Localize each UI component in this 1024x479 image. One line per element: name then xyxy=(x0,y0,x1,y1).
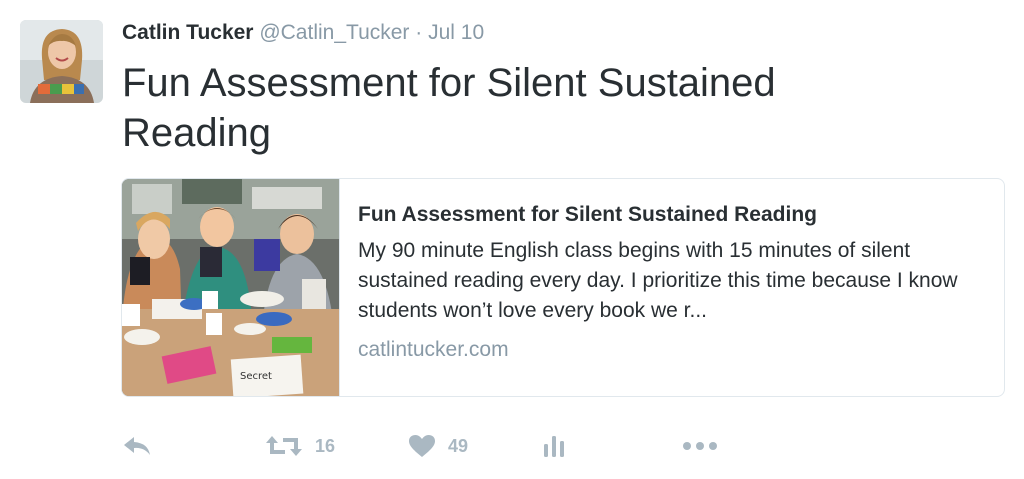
card-body: Fun Assessment for Silent Sustained Read… xyxy=(358,201,988,364)
tweet-header: Catlin Tucker @Catlin_Tucker · Jul 10 xyxy=(122,21,484,45)
more-button[interactable] xyxy=(682,428,718,464)
separator: · xyxy=(415,21,423,44)
avatar-photo xyxy=(20,20,103,103)
more-icon xyxy=(683,442,717,450)
tweet-actions: 16 49 xyxy=(122,428,742,464)
retweet-icon xyxy=(266,436,302,456)
reply-icon xyxy=(124,437,150,455)
analytics-icon xyxy=(544,436,564,457)
like-count: 49 xyxy=(448,435,469,456)
link-card[interactable]: Secret Fun Assessment for Silent Sustain… xyxy=(121,178,1005,397)
author-name[interactable]: Catlin Tucker xyxy=(122,21,253,44)
card-image: Secret xyxy=(122,179,340,396)
like-button[interactable]: 49 xyxy=(408,428,468,464)
retweet-count: 16 xyxy=(315,435,336,456)
tweet-text: Fun Assessment for Silent Sustained Read… xyxy=(122,61,776,155)
retweet-button[interactable]: 16 xyxy=(265,428,335,464)
reply-button[interactable] xyxy=(122,428,152,464)
card-title[interactable]: Fun Assessment for Silent Sustained Read… xyxy=(358,201,988,229)
card-description: My 90 minute English class begins with 1… xyxy=(358,239,958,322)
avatar[interactable] xyxy=(20,20,103,103)
timestamp[interactable]: Jul 10 xyxy=(428,21,484,44)
author-handle[interactable]: @Catlin_Tucker xyxy=(259,21,409,44)
card-domain[interactable]: catlintucker.com xyxy=(358,336,988,364)
analytics-button[interactable] xyxy=(543,428,565,464)
svg-text:Secret: Secret xyxy=(240,371,272,382)
heart-icon xyxy=(409,435,435,457)
